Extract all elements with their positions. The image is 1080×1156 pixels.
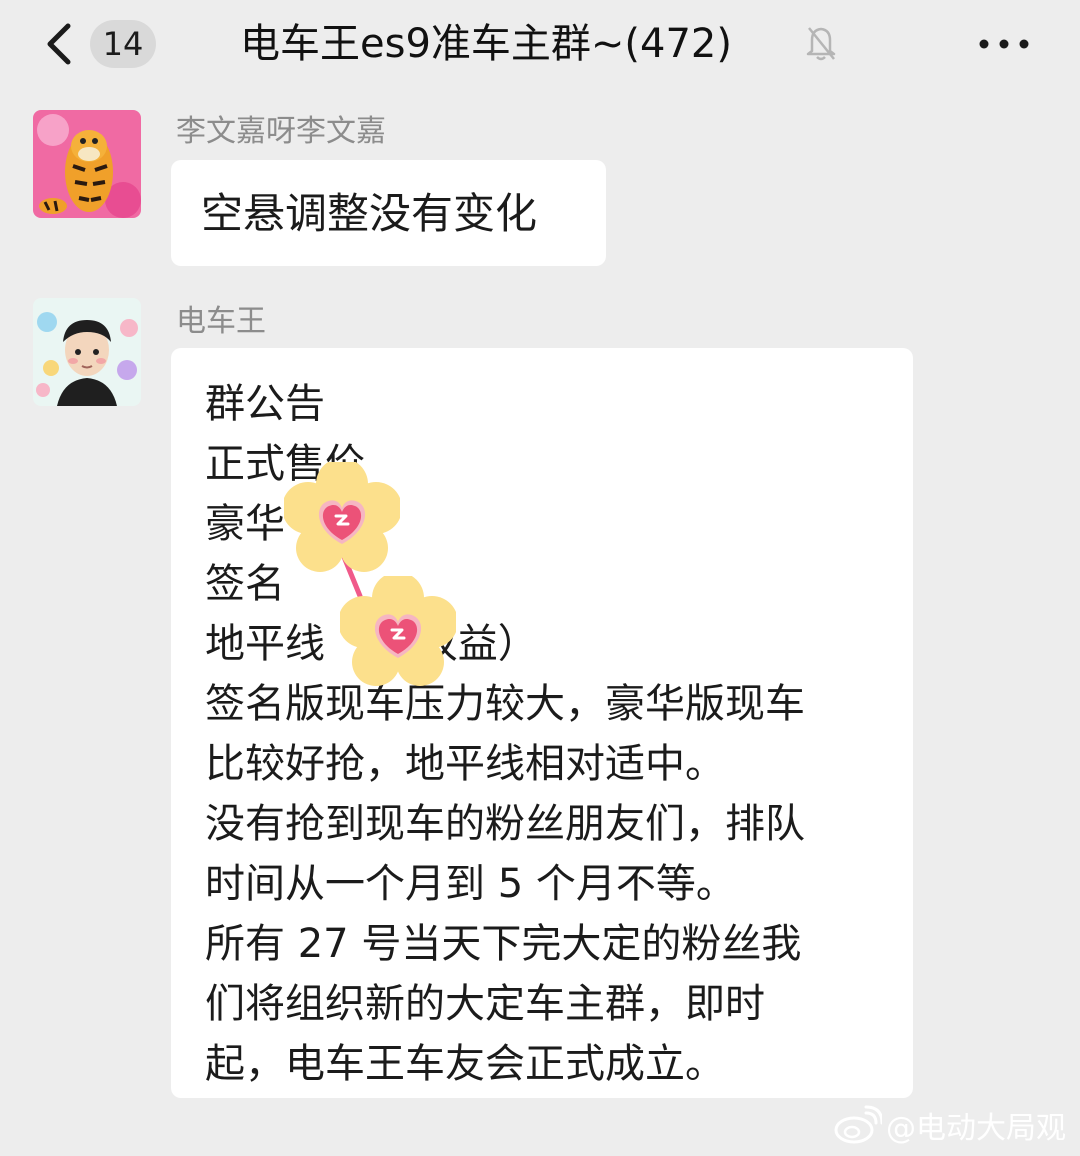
- chat-header: 14 电车王es9准车主群~(472): [0, 0, 1080, 90]
- sender-name: 李文嘉呀李文嘉: [176, 114, 386, 149]
- announcement-line: 起，电车王车友会正式成立。: [205, 1041, 725, 1087]
- announcement-line: 没有抢到现车的粉丝朋友们，排队: [205, 801, 805, 847]
- chevron-left-icon: [47, 23, 71, 65]
- announcement-line: 地平线 （有权益）: [205, 621, 538, 667]
- announcement-bubble[interactable]: 群公告 正式售价 豪华 签名 地平线 （有权益） 签名版现车压力较大，豪华版现车…: [171, 348, 913, 1098]
- cartoon-boy-avatar[interactable]: [33, 298, 141, 406]
- more-button[interactable]: [976, 34, 1032, 54]
- announcement-line: 所有 27 号当天下完大定的粉丝我: [205, 921, 802, 967]
- tigger-avatar[interactable]: [33, 110, 141, 218]
- announcement-line: 时间从一个月到 5 个月不等。: [205, 861, 736, 907]
- more-horizontal-icon: [979, 39, 1029, 49]
- announcement-line: 签名版现车压力较大，豪华版现车: [205, 681, 805, 727]
- announcement-line: 群公告: [205, 381, 325, 427]
- sender-name: 电车王: [176, 304, 266, 339]
- weibo-icon: [834, 1105, 882, 1144]
- heart-flower-sticker-icon: [282, 458, 402, 576]
- chat-title: 电车王es9准车主群~(472): [240, 21, 732, 67]
- announcement-line: 比较好抢，地平线相对适中。: [205, 741, 725, 787]
- back-button[interactable]: [40, 22, 80, 66]
- weibo-watermark: @电动大局观: [832, 1102, 1066, 1148]
- heart-flower-sticker-icon: [338, 572, 458, 690]
- announcement-line: 们将组织新的大定车主群，即时: [205, 981, 765, 1027]
- message-text: 空悬调整没有变化: [201, 189, 538, 238]
- unread-count-badge[interactable]: 14: [90, 20, 156, 68]
- message-bubble[interactable]: 空悬调整没有变化: [171, 160, 606, 266]
- watermark-text: @电动大局观: [886, 1111, 1066, 1146]
- bell-muted-icon: [804, 24, 838, 62]
